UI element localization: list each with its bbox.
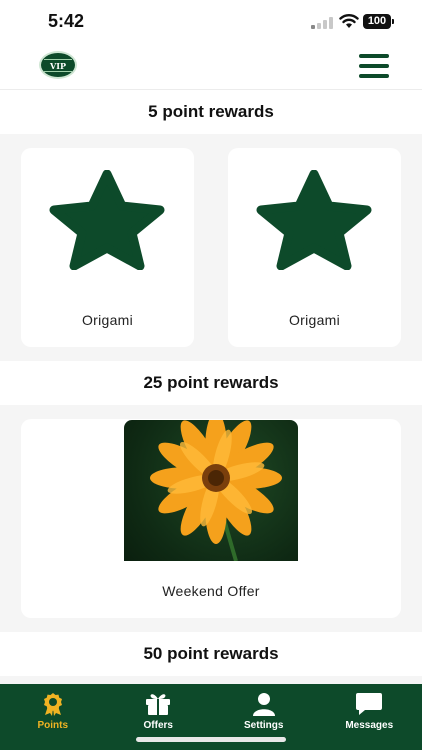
chat-icon [356, 693, 383, 715]
cellular-signal-icon [311, 17, 333, 29]
rewards-list[interactable]: 5 point rewards Origami Origami 25 point… [0, 90, 422, 684]
reward-row: Origami Origami [0, 134, 422, 361]
reward-label: Origami [288, 312, 341, 328]
hamburger-menu-icon[interactable] [359, 54, 389, 78]
app-header: VIP [0, 44, 422, 90]
home-indicator[interactable] [136, 737, 286, 742]
reward-card[interactable]: Origami [228, 148, 401, 347]
reward-label: Origami [81, 312, 134, 328]
section-title-5-points: 5 point rewards [0, 90, 422, 134]
status-time: 5:42 [48, 11, 85, 31]
gift-icon [146, 694, 171, 715]
reward-row: Weekend Offer [0, 405, 422, 632]
wifi-icon [339, 14, 359, 28]
logo-text: VIP [50, 61, 66, 71]
star-icon [256, 170, 372, 270]
battery-icon: 100 [363, 14, 394, 29]
tab-label: Points [37, 720, 69, 731]
tab-messages[interactable]: Messages [317, 684, 422, 750]
status-bar: 5:42 100 [0, 0, 422, 44]
reward-card[interactable]: Origami [21, 148, 194, 347]
tab-label: Settings [244, 720, 284, 731]
reward-label: Weekend Offer [162, 583, 260, 599]
flower-image [150, 420, 282, 561]
tab-points[interactable]: Points [0, 684, 106, 750]
section-title-50-points: 50 point rewards [0, 632, 422, 676]
orange-flower-photo [124, 420, 298, 561]
section-title-25-points: 25 point rewards [0, 361, 422, 405]
award-icon [43, 693, 62, 716]
tab-label: Offers [143, 720, 173, 731]
vip-logo[interactable]: VIP [39, 51, 77, 79]
reward-card[interactable]: Weekend Offer [21, 419, 401, 618]
user-icon [252, 693, 275, 716]
tab-label: Messages [345, 720, 394, 731]
star-icon [49, 170, 165, 270]
